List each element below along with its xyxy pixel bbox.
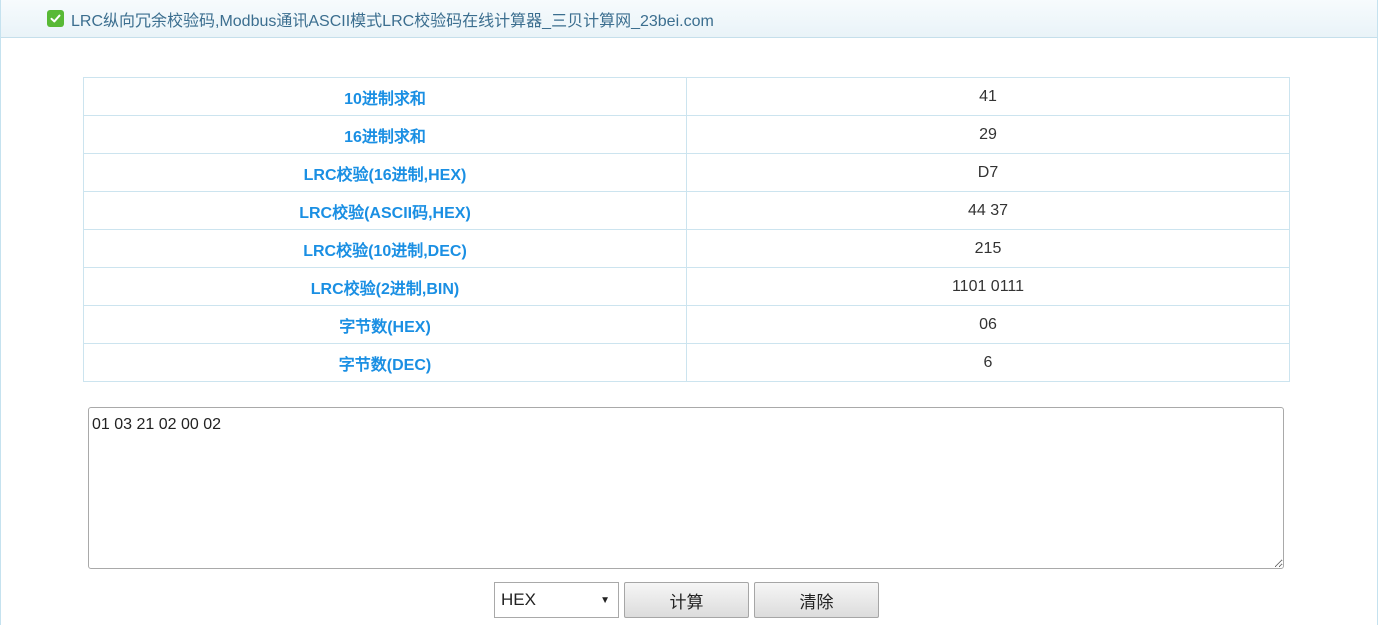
format-select[interactable]: HEX ▼	[494, 582, 619, 618]
result-label-bytes-hex: 字节数(HEX)	[83, 305, 687, 344]
controls-bar: HEX ▼ 计算 清除	[494, 582, 879, 618]
result-label-hex-sum: 16进制求和	[83, 115, 687, 154]
check-icon	[47, 10, 64, 27]
result-value-hex-sum: 29	[686, 115, 1290, 154]
result-value-lrc-hex: D7	[686, 153, 1290, 192]
result-value-lrc-ascii: 44 37	[686, 191, 1290, 230]
format-select-value: HEX	[501, 590, 536, 609]
result-value-lrc-dec: 215	[686, 229, 1290, 268]
result-value-bytes-dec: 6	[686, 343, 1290, 382]
table-row: LRC校验(10进制,DEC) 215	[83, 229, 1290, 268]
result-table: 10进制求和 41 16进制求和 29 LRC校验(16进制,HEX) D7 L…	[83, 77, 1290, 382]
app-window: LRC纵向冗余校验码,Modbus通讯ASCII模式LRC校验码在线计算器_三贝…	[0, 0, 1378, 625]
table-row: LRC校验(ASCII码,HEX) 44 37	[83, 191, 1290, 230]
result-label-dec-sum: 10进制求和	[83, 77, 687, 116]
result-value-lrc-bin: 1101 0111	[686, 267, 1290, 306]
result-label-lrc-dec: LRC校验(10进制,DEC)	[83, 229, 687, 268]
result-label-lrc-hex: LRC校验(16进制,HEX)	[83, 153, 687, 192]
table-row: LRC校验(2进制,BIN) 1101 0111	[83, 267, 1290, 306]
result-value-bytes-hex: 06	[686, 305, 1290, 344]
calculate-button[interactable]: 计算	[624, 582, 749, 618]
page-title: LRC纵向冗余校验码,Modbus通讯ASCII模式LRC校验码在线计算器_三贝…	[71, 12, 714, 30]
result-label-bytes-dec: 字节数(DEC)	[83, 343, 687, 382]
clear-button[interactable]: 清除	[754, 582, 879, 618]
result-label-lrc-ascii: LRC校验(ASCII码,HEX)	[83, 191, 687, 230]
table-row: LRC校验(16进制,HEX) D7	[83, 153, 1290, 192]
result-label-lrc-bin: LRC校验(2进制,BIN)	[83, 267, 687, 306]
table-row: 字节数(DEC) 6	[83, 343, 1290, 382]
data-input-textarea[interactable]: 01 03 21 02 00 02	[88, 407, 1284, 569]
table-row: 16进制求和 29	[83, 115, 1290, 154]
table-row: 10进制求和 41	[83, 77, 1290, 116]
table-row: 字节数(HEX) 06	[83, 305, 1290, 344]
result-value-dec-sum: 41	[686, 77, 1290, 116]
dropdown-arrow-icon: ▼	[600, 594, 610, 606]
title-bar: LRC纵向冗余校验码,Modbus通讯ASCII模式LRC校验码在线计算器_三贝…	[1, 0, 1377, 38]
